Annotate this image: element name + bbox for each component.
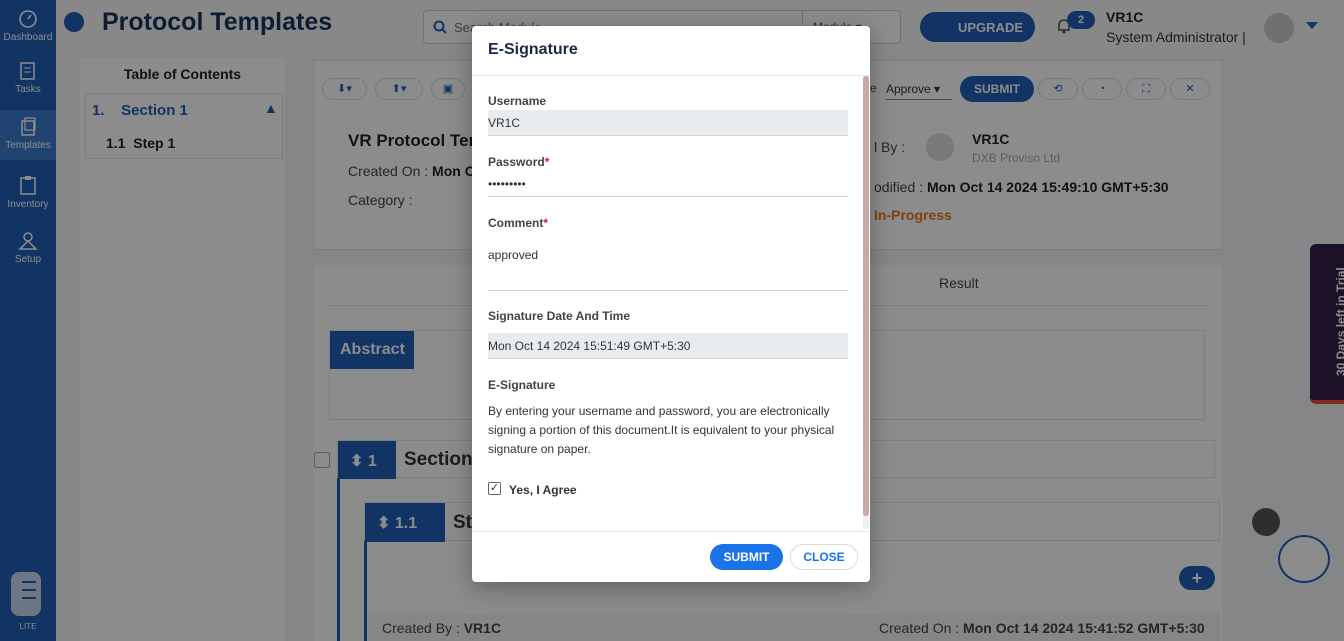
comment-field[interactable]: approved [488, 242, 848, 291]
scrollbar-thumb[interactable] [863, 76, 869, 516]
username-label: Username [488, 94, 547, 108]
date-field: Mon Oct 14 2024 15:51:49 GMT+5:30 [488, 333, 848, 359]
divider [472, 75, 870, 76]
modal-title: E-Signature [488, 41, 578, 58]
esignature-modal: E-Signature Username VR1C Password* ••••… [472, 26, 870, 582]
esig-description: By entering your username and password, … [488, 404, 835, 456]
required-mark: * [544, 155, 550, 169]
agree-checkbox[interactable]: ✓ [488, 482, 501, 495]
password-label-text: Password [488, 155, 545, 169]
username-field[interactable]: VR1C [488, 110, 848, 136]
comment-label: Comment* [488, 216, 548, 230]
scrollbar[interactable] [863, 76, 869, 529]
modal-submit-button[interactable]: SUBMIT [710, 544, 783, 570]
required-mark: * [543, 216, 549, 230]
agree-label[interactable]: Yes, I Agree [509, 483, 577, 497]
divider [472, 531, 870, 532]
esig-label: E-Signature [488, 378, 556, 392]
modal-close-button[interactable]: CLOSE [790, 544, 858, 570]
password-field[interactable]: ••••••••• [488, 171, 848, 197]
date-label: Signature Date And Time [488, 309, 631, 323]
comment-label-text: Comment [488, 216, 544, 230]
password-label: Password* [488, 155, 549, 169]
